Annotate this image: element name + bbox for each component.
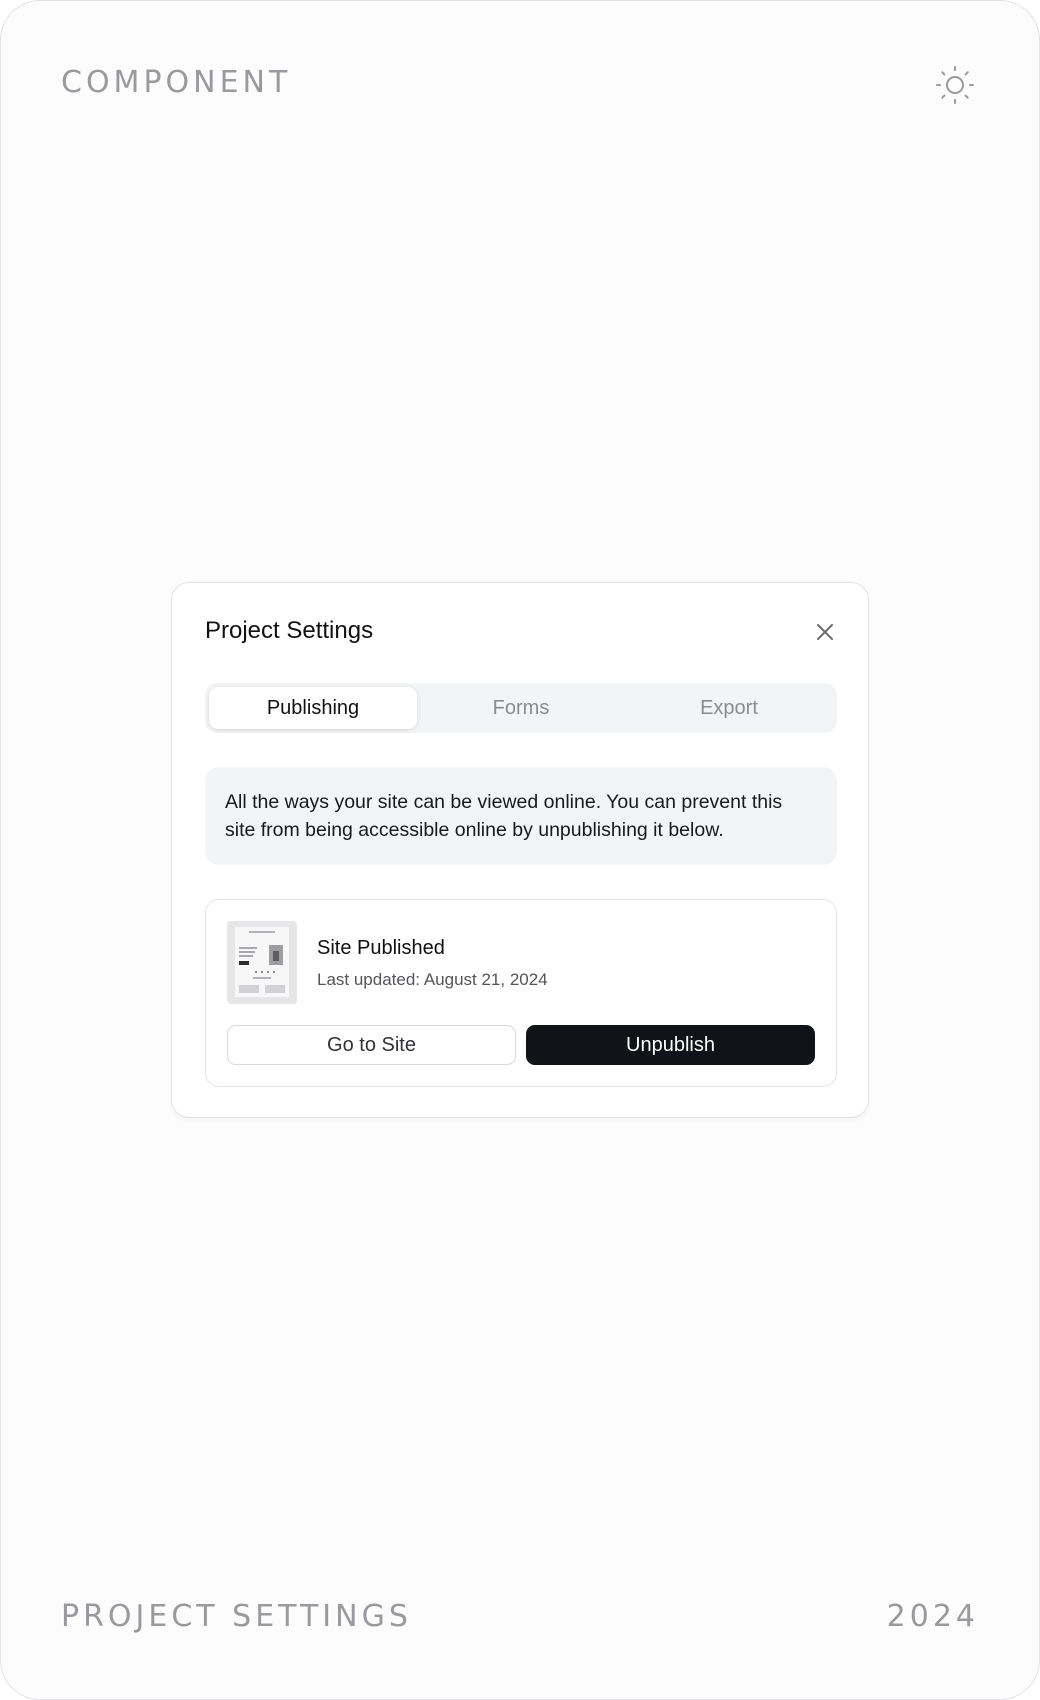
site-status-card: Site Published Last updated: August 21, … [205, 899, 837, 1087]
site-status-title: Site Published [317, 937, 445, 959]
tab-publishing[interactable]: Publishing [209, 687, 417, 729]
last-updated-text: Last updated: August 21, 2024 [317, 970, 548, 989]
site-thumbnail [227, 921, 297, 1004]
component-label: COMPONENT [61, 65, 292, 100]
close-icon[interactable] [812, 619, 838, 645]
sun-icon[interactable] [933, 63, 977, 107]
go-to-site-button[interactable]: Go to Site [227, 1025, 516, 1065]
tab-export[interactable]: Export [625, 687, 833, 729]
dialog-title: Project Settings [205, 617, 374, 644]
tab-bar: Publishing Forms Export [205, 683, 837, 733]
tab-forms[interactable]: Forms [417, 687, 625, 729]
footer-year: 2024 [886, 1599, 979, 1634]
project-settings-dialog: Project Settings Publishing Forms Export… [171, 582, 869, 1118]
footer-title: PROJECT SETTINGS [61, 1599, 412, 1634]
unpublish-button[interactable]: Unpublish [526, 1025, 815, 1065]
publishing-info-text: All the ways your site can be viewed onl… [205, 767, 837, 865]
page-frame: COMPONENT Project Settings Publishing Fo… [0, 0, 1040, 1700]
